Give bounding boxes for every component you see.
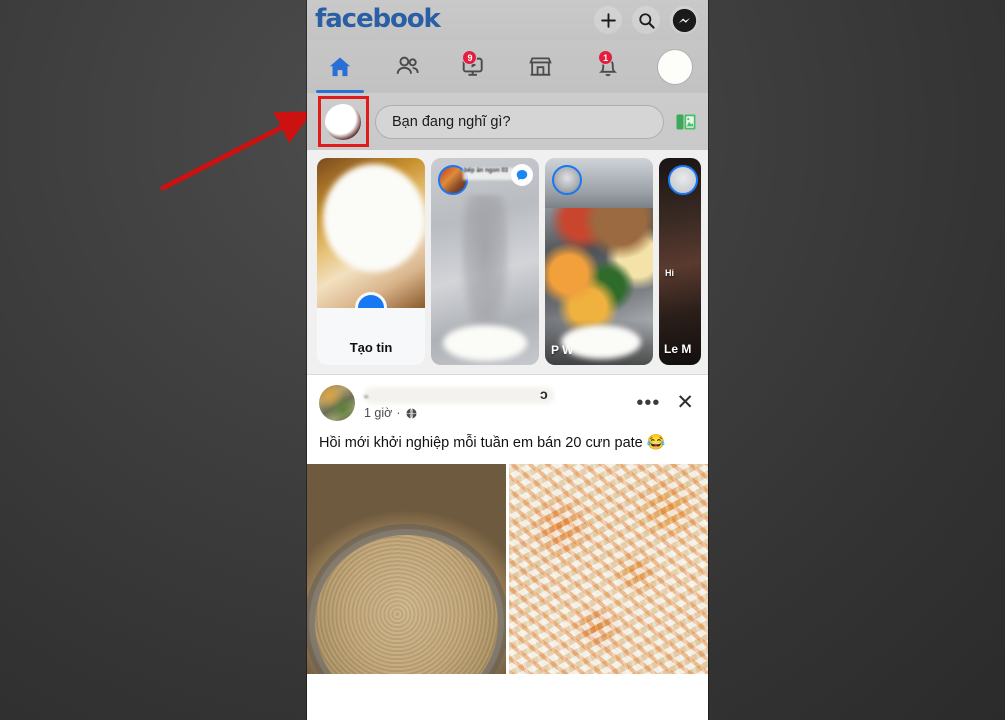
add-button[interactable]: + <box>594 6 622 34</box>
story-card[interactable]: P W <box>545 158 653 365</box>
post-author-name-tail: ɔ <box>540 386 548 402</box>
post-photo-kimchi[interactable]: Kim chi cải thảo <box>509 463 708 674</box>
messenger-button[interactable]: Messenger <box>670 6 698 34</box>
story-card[interactable]: Hi Le M <box>659 158 701 365</box>
story-author-avatar <box>552 165 582 195</box>
sidebar-item-notifications[interactable]: 1 Thông báo <box>574 40 641 93</box>
composer-avatar[interactable] <box>325 103 361 140</box>
privacy-blur-mask <box>364 387 554 404</box>
sidebar-item-menu[interactable]: Menu <box>641 40 708 93</box>
sidebar-item-video[interactable]: 9 Video <box>441 40 508 93</box>
post-timestamp: 1 giờ <box>364 406 393 420</box>
post-header: - ɔ 1 giờ · ••• ✕ <box>307 375 708 427</box>
post-author-name-lead: - <box>364 388 369 403</box>
story-subject <box>461 195 509 332</box>
composer-photo-button[interactable]: Ảnh <box>674 110 698 134</box>
story-author-name: bếp ăn ngon 03 <box>464 168 509 174</box>
app-top-bar: facebook + Tìm kiếm Mes <box>307 0 708 40</box>
privacy-blur-mask <box>323 164 425 272</box>
post-photo-pate[interactable]: Nồi pate <box>307 463 506 674</box>
story-caption: Hi <box>665 268 674 278</box>
story-message-badge[interactable] <box>511 164 533 186</box>
post-photo-grid: Nồi pate Kim chi cải thảo <box>307 463 708 674</box>
story-author-name: Le M <box>664 342 692 356</box>
sidebar-item-home[interactable]: Trang chủ <box>307 40 374 93</box>
sidebar-item-friends[interactable]: Bạn bè <box>374 40 441 93</box>
post-more-options-button[interactable]: ••• <box>636 393 660 413</box>
composer-placeholder: Bạn đang nghĩ gì? <box>392 113 511 130</box>
stories-tray[interactable]: Tạo tin bếp ăn ngon 03 P W Hi Le M <box>307 158 708 365</box>
globe-icon <box>405 407 417 419</box>
story-author-avatar <box>668 165 698 195</box>
post-emoji: 😂 <box>646 434 666 451</box>
post-author-name-row: - ɔ <box>364 386 627 404</box>
story-card[interactable]: bếp ăn ngon 03 <box>431 158 539 365</box>
post-author-avatar[interactable] <box>319 385 355 421</box>
create-story-label: Tạo tin <box>349 340 393 355</box>
pointer-arrow <box>160 111 313 191</box>
composer-avatar-wrapper[interactable] <box>318 95 369 147</box>
phone-screen: facebook + Tìm kiếm Mes <box>307 0 708 720</box>
main-nav-tabs: Trang chủ Bạn bè 9 Video <box>307 40 708 93</box>
post-text-content: Hồi mới khởi nghiệp mỗi tuần em bán 20 c… <box>319 435 647 451</box>
search-button[interactable]: Tìm kiếm <box>632 6 660 34</box>
post-body-text: Hồi mới khởi nghiệp mỗi tuần em bán 20 c… <box>307 427 708 464</box>
privacy-blur-mask <box>443 325 527 361</box>
chat-bubble-icon <box>516 169 528 181</box>
post-author-meta: - ɔ 1 giờ · <box>364 386 627 420</box>
post-separator: · <box>396 406 401 420</box>
create-story-footer: Tạo tin <box>317 308 425 365</box>
post-close-button[interactable]: ✕ <box>676 392 694 413</box>
feed-post: - ɔ 1 giờ · ••• ✕ Hồi mới khởi nghiệp mỗ <box>307 375 708 674</box>
photo-icon <box>676 114 696 129</box>
privacy-blur-mask <box>561 325 641 359</box>
post-actions: ••• ✕ <box>636 392 698 413</box>
top-bar-actions: + Tìm kiếm Messenger <box>594 6 698 34</box>
stories-section: Tạo tin bếp ăn ngon 03 P W Hi Le M <box>307 150 708 375</box>
post-subtitle: 1 giờ · <box>364 406 627 420</box>
post-composer: Bạn đang nghĩ gì? Ảnh <box>307 93 708 150</box>
facebook-logo: facebook <box>315 4 441 34</box>
sidebar-item-marketplace[interactable]: Marketplace <box>507 40 574 93</box>
composer-input[interactable]: Bạn đang nghĩ gì? <box>375 104 664 139</box>
story-create-card[interactable]: Tạo tin <box>317 158 425 365</box>
